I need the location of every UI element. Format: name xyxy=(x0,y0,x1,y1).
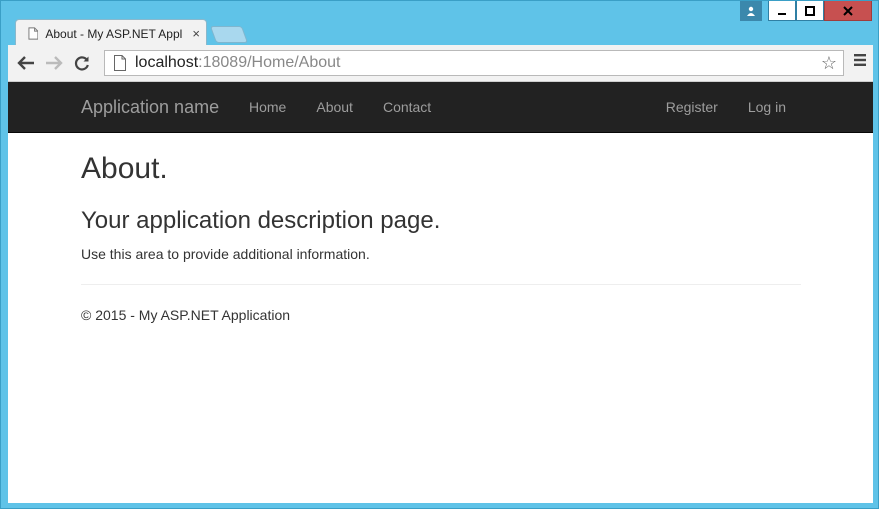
login-link[interactable]: Log in xyxy=(733,82,801,132)
forward-arrow-icon xyxy=(46,56,63,70)
page-icon xyxy=(114,55,126,71)
tab-title: About - My ASP.NET Appl xyxy=(45,26,183,41)
tab-close-icon[interactable]: × xyxy=(192,26,200,41)
page-title: About. xyxy=(81,152,168,185)
menu-icon[interactable] xyxy=(853,53,867,72)
nav-account-links: Register Log in xyxy=(651,82,801,132)
minimize-button[interactable] xyxy=(768,1,796,21)
browser-window: About - My ASP.NET Appl × localhost:1808… xyxy=(0,0,879,509)
register-link[interactable]: Register xyxy=(651,82,733,132)
address-bar[interactable]: localhost:18089/Home/About ☆ xyxy=(104,50,844,76)
divider xyxy=(81,284,801,285)
back-button[interactable] xyxy=(12,49,40,77)
brand-link[interactable]: Application name xyxy=(81,97,219,118)
page-footer: © 2015 - My ASP.NET Application xyxy=(81,307,291,323)
nav-home-link[interactable]: Home xyxy=(234,82,301,132)
new-tab-button[interactable] xyxy=(209,26,249,43)
close-window-button[interactable] xyxy=(824,1,872,21)
main-content: About. Your application description page… xyxy=(81,132,801,323)
page-icon xyxy=(28,27,39,40)
forward-button[interactable] xyxy=(40,49,68,77)
nav-contact-link[interactable]: Contact xyxy=(368,82,446,132)
user-icon[interactable] xyxy=(740,1,762,21)
tab-about[interactable]: About - My ASP.NET Appl × xyxy=(15,19,207,46)
url-text: localhost:18089/Home/About xyxy=(135,54,341,71)
bookmark-star-icon[interactable]: ☆ xyxy=(821,53,837,74)
reload-button[interactable] xyxy=(68,49,96,77)
page-subtitle: Your application description page. xyxy=(81,207,441,234)
nav-links: Home About Contact xyxy=(234,82,446,132)
site-navbar: Application name Home About Contact Regi… xyxy=(8,82,873,133)
nav-about-link[interactable]: About xyxy=(301,82,368,132)
body-text: Use this area to provide additional info… xyxy=(81,246,370,262)
window-controls xyxy=(740,1,872,21)
back-arrow-icon xyxy=(17,56,34,70)
reload-icon xyxy=(74,56,89,71)
page-viewport: Application name Home About Contact Regi… xyxy=(8,82,873,503)
maximize-button[interactable] xyxy=(796,1,824,21)
browser-toolbar: localhost:18089/Home/About ☆ xyxy=(8,45,873,82)
